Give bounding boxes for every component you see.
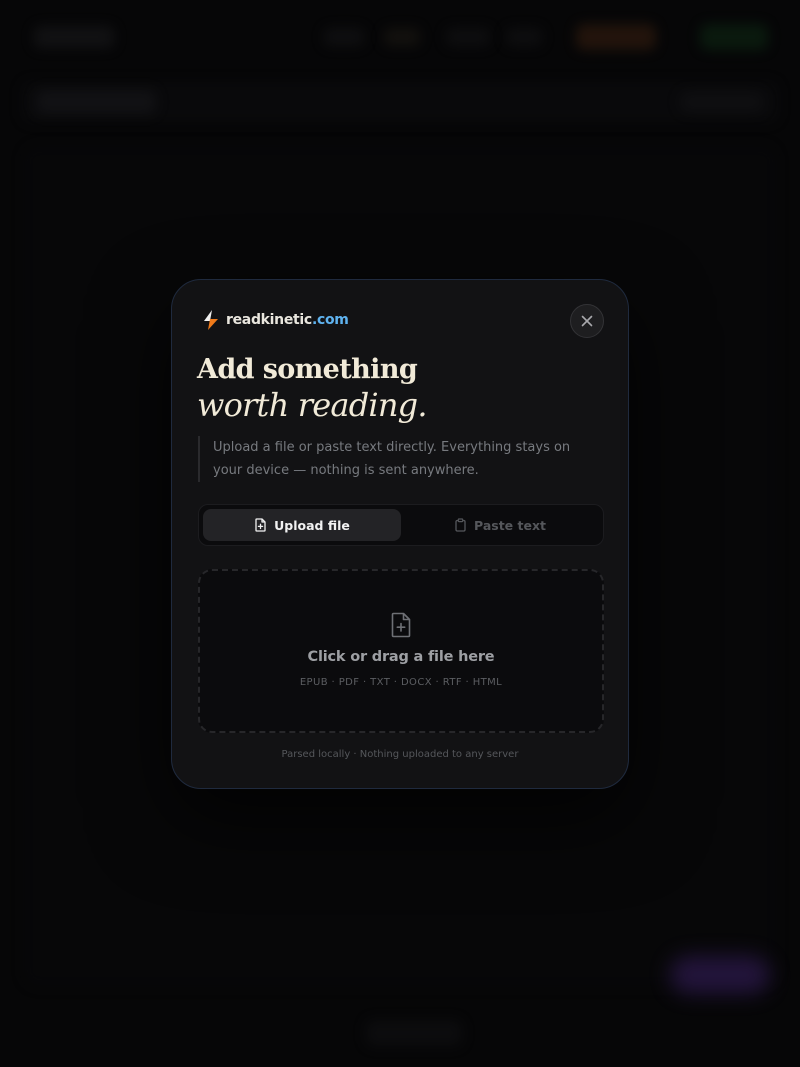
blurred-header-button [700,24,768,50]
supported-formats: EPUB · PDF · TXT · DOCX · RTF · HTML [299,677,503,688]
blurred-header-button [576,24,656,50]
file-plus-icon [255,518,266,532]
privacy-note: Parsed locally · Nothing uploaded to any… [281,749,519,760]
blurred-nav-item [446,28,490,46]
input-mode-tabs: Upload file Paste text [198,504,604,546]
modal-title-line1: Add something [197,354,418,385]
blurred-nav-item [384,28,420,46]
add-content-modal: readkinetic.com Add something worth read… [171,279,629,789]
tab-upload-file[interactable]: Upload file [203,509,401,541]
brand-name: readkinetic [226,312,312,328]
blurred-app-logo [34,26,114,48]
tab-paste-text[interactable]: Paste text [401,509,599,541]
blurred-bottom-button [366,1020,462,1046]
blurred-nav-item [324,28,364,46]
blurred-toolbar-chip [680,92,764,112]
file-dropzone[interactable]: Click or drag a file here EPUB · PDF · T… [198,569,604,733]
brand-logo: readkinetic.com [202,308,349,332]
blurred-nav-item [506,28,542,46]
blurred-toolbar-chip [36,90,156,114]
tab-paste-text-label: Paste text [474,517,546,533]
dropzone-title: Click or drag a file here [307,649,495,665]
file-plus-icon [391,612,411,638]
brand-wordmark: readkinetic.com [226,312,349,328]
close-button[interactable] [570,304,604,338]
lightning-bolt-icon [204,310,218,330]
clipboard-icon [455,518,466,532]
blurred-floating-button [670,956,770,994]
modal-description: Upload a file or paste text directly. Ev… [198,436,578,482]
tab-upload-file-label: Upload file [274,517,350,533]
modal-title-line2: worth reading. [197,386,428,424]
brand-tld: .com [311,312,349,328]
close-icon [581,315,593,327]
